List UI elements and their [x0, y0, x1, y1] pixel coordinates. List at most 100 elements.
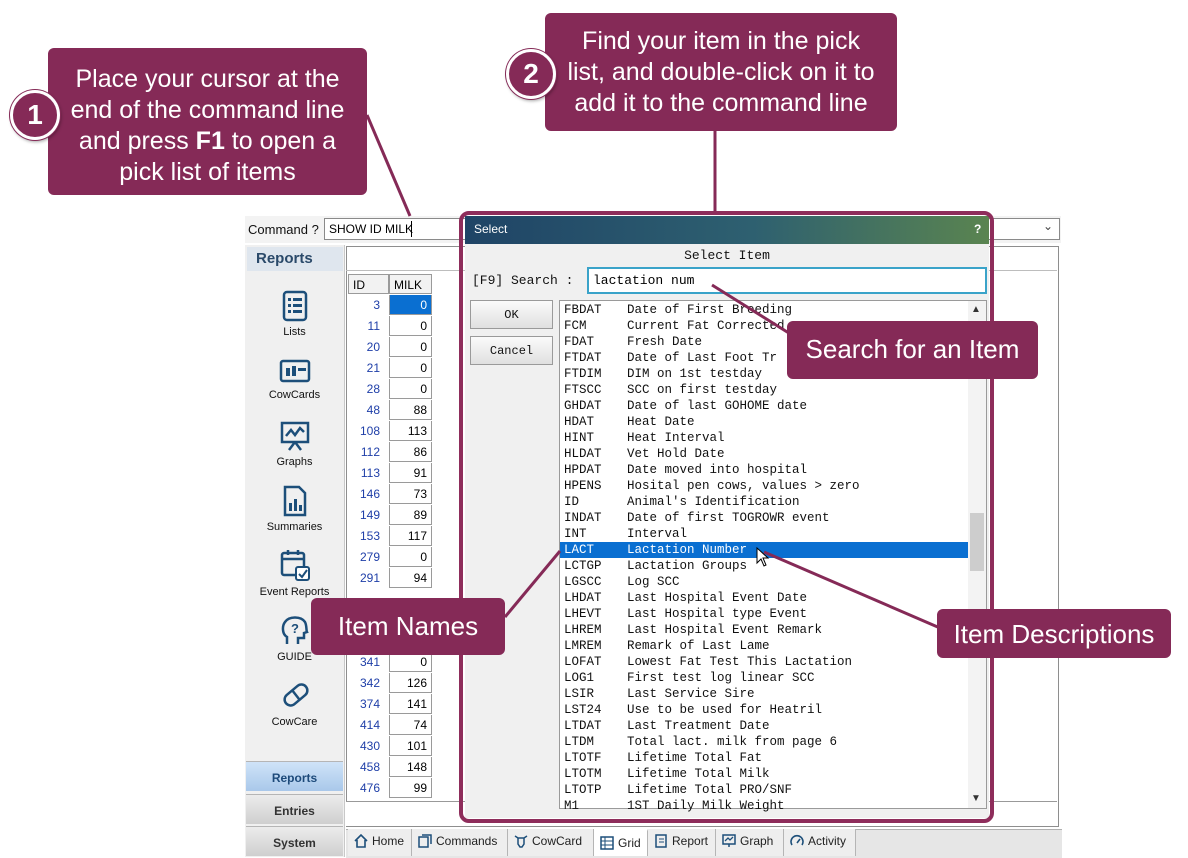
column-header-id[interactable]: ID — [348, 274, 389, 294]
cell-id[interactable]: 374 — [348, 694, 384, 715]
cell-id[interactable]: 11 — [348, 316, 384, 337]
cell-milk[interactable]: 99 — [389, 778, 432, 798]
section-entries-button[interactable]: Entries — [246, 794, 343, 824]
cell-milk[interactable]: 126 — [389, 673, 432, 693]
tab-cowcard[interactable]: CowCard — [508, 829, 594, 856]
cell-milk[interactable]: 0 — [389, 547, 432, 567]
tab-commands[interactable]: Commands — [412, 829, 508, 856]
cell-milk[interactable]: 0 — [389, 316, 432, 336]
table-row[interactable]: 48 88 — [348, 400, 432, 421]
table-row[interactable]: 291 94 — [348, 568, 432, 589]
sidebar-item-lists[interactable]: Lists — [246, 290, 343, 338]
cell-id[interactable]: 3 — [348, 295, 384, 316]
table-row[interactable]: 279 0 — [348, 547, 432, 568]
step-1-line-1: Place your cursor at the — [75, 65, 340, 93]
cell-milk[interactable]: 0 — [389, 652, 432, 672]
cell-milk[interactable]: 117 — [389, 526, 432, 546]
section-system-button[interactable]: System — [246, 826, 343, 856]
cell-milk[interactable]: 94 — [389, 568, 432, 588]
cell-milk[interactable]: 0 — [389, 295, 432, 315]
cell-id[interactable]: 21 — [348, 358, 384, 379]
step-1-line-3-end: to open a — [224, 127, 337, 155]
tab-label: Commands — [436, 834, 498, 848]
cell-milk[interactable]: 89 — [389, 505, 432, 525]
cell-id[interactable]: 108 — [348, 421, 384, 442]
cow-icon — [514, 835, 528, 848]
tab-grid[interactable]: Grid — [594, 829, 648, 856]
sidebar-item-cowcards[interactable]: CowCards — [246, 357, 343, 401]
cell-id[interactable]: 112 — [348, 442, 384, 463]
table-row[interactable]: 458 148 — [348, 757, 432, 778]
commands-icon — [418, 834, 432, 848]
cell-id[interactable]: 48 — [348, 400, 384, 421]
table-row[interactable]: 28 0 — [348, 379, 432, 400]
table-row[interactable]: 30 — [348, 295, 432, 316]
dialog-highlight-frame — [459, 211, 994, 823]
cell-milk[interactable]: 74 — [389, 715, 432, 735]
tab-home[interactable]: Home — [348, 829, 412, 856]
sidebar-item-summaries[interactable]: Summaries — [246, 485, 343, 533]
cell-milk[interactable]: 0 — [389, 337, 432, 357]
cell-id[interactable]: 291 — [348, 568, 384, 589]
cell-id[interactable]: 146 — [348, 484, 384, 505]
table-row[interactable]: 20 0 — [348, 337, 432, 358]
table-row[interactable]: 342 126 — [348, 673, 432, 694]
graph-icon — [280, 421, 309, 451]
column-header-milk[interactable]: MILK — [389, 274, 432, 294]
cell-id[interactable]: 414 — [348, 715, 384, 736]
cell-milk[interactable]: 73 — [389, 484, 432, 504]
cell-milk[interactable]: 91 — [389, 463, 432, 483]
table-row[interactable]: 11 0 — [348, 316, 432, 337]
grid-header-row[interactable]: ID MILK — [348, 274, 432, 295]
cell-id[interactable]: 342 — [348, 673, 384, 694]
text-cursor — [411, 221, 412, 237]
sidebar-item-event-reports[interactable]: Event Reports — [246, 548, 343, 598]
tab-graph[interactable]: Graph — [716, 829, 784, 856]
sidebar-item-label: CowCare — [271, 716, 318, 728]
step-2-badge: 2 — [506, 49, 556, 99]
capsule-icon — [282, 683, 309, 707]
sidebar-item-graphs[interactable]: Graphs — [246, 420, 343, 468]
chevron-down-icon[interactable]: ⌄ — [1043, 219, 1053, 233]
table-row[interactable]: 414 74 — [348, 715, 432, 736]
table-row[interactable]: 476 99 — [348, 778, 432, 799]
cell-milk[interactable]: 88 — [389, 400, 432, 420]
tab-report[interactable]: Report — [648, 829, 716, 856]
cell-id[interactable]: 341 — [348, 652, 384, 673]
cell-milk[interactable]: 86 — [389, 442, 432, 462]
sidebar-title: Reports — [247, 247, 343, 271]
cell-id[interactable]: 476 — [348, 778, 384, 799]
cell-id[interactable]: 28 — [348, 379, 384, 400]
table-row[interactable]: 146 73 — [348, 484, 432, 505]
cell-id[interactable]: 430 — [348, 736, 384, 757]
cell-milk[interactable]: 113 — [389, 421, 432, 441]
table-row[interactable]: 153 117 — [348, 526, 432, 547]
cell-id[interactable]: 458 — [348, 757, 384, 778]
cell-milk[interactable]: 0 — [389, 358, 432, 378]
table-row[interactable]: 341 0 — [348, 652, 432, 673]
callout-item-descriptions: Item Descriptions — [937, 609, 1171, 658]
cell-id[interactable]: 113 — [348, 463, 384, 484]
table-row[interactable]: 149 89 — [348, 505, 432, 526]
table-row[interactable]: 430 101 — [348, 736, 432, 757]
cell-id[interactable]: 279 — [348, 547, 384, 568]
cell-id[interactable]: 153 — [348, 526, 384, 547]
cell-milk[interactable]: 148 — [389, 757, 432, 777]
cell-milk[interactable]: 101 — [389, 736, 432, 756]
tab-activity[interactable]: Activity — [784, 829, 856, 856]
cell-id[interactable]: 149 — [348, 505, 384, 526]
table-row[interactable]: 113 91 — [348, 463, 432, 484]
cell-milk[interactable]: 0 — [389, 379, 432, 399]
section-reports-button[interactable]: Reports — [246, 761, 343, 791]
svg-text:?: ? — [291, 621, 299, 636]
activity-icon — [790, 834, 804, 846]
table-row[interactable]: 108 113 — [348, 421, 432, 442]
table-row[interactable]: 21 0 — [348, 358, 432, 379]
guide-icon: ? — [281, 616, 309, 644]
cell-milk[interactable]: 141 — [389, 694, 432, 714]
sidebar-item-cowcare[interactable]: CowCare — [246, 678, 343, 728]
table-row[interactable]: 112 86 — [348, 442, 432, 463]
cell-id[interactable]: 20 — [348, 337, 384, 358]
table-row[interactable]: 374 141 — [348, 694, 432, 715]
home-icon — [354, 833, 368, 848]
